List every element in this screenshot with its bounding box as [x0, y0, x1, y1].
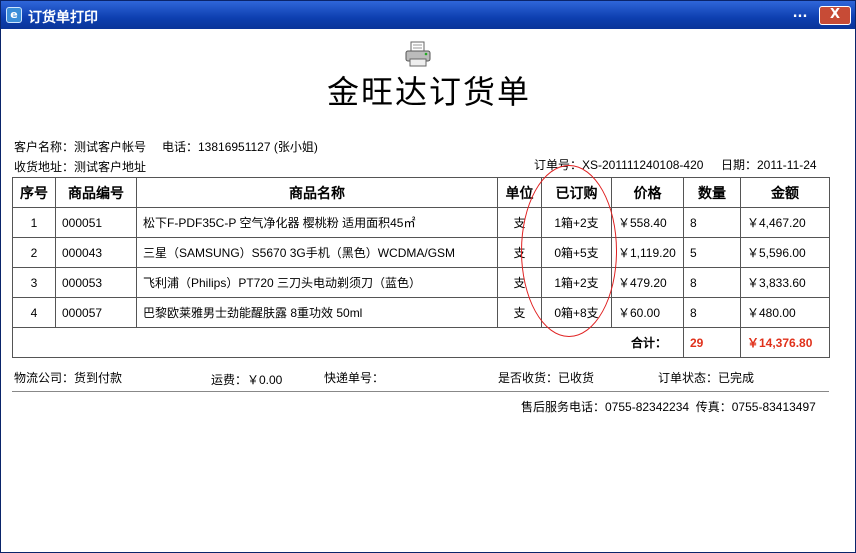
- order-items-table: 序号 商品编号 商品名称 单位 已订购 价格 数量 金额 1 000051 松下…: [12, 177, 830, 358]
- window-title: 订货单打印: [28, 10, 98, 26]
- product-name: 三星（SAMSUNG）S5670 3G手机（黑色）WCDMA/GSM: [136, 237, 498, 268]
- service-contact: 售后服务电话：0755-82342234 传真：0755-83413497: [521, 400, 816, 414]
- amount: ￥480.00: [740, 297, 830, 328]
- ordered: 1箱+2支: [541, 207, 612, 238]
- row-index: 4: [12, 297, 56, 328]
- ordered: 0箱+5支: [541, 237, 612, 268]
- row-index: 2: [12, 237, 56, 268]
- product-name: 飞利浦（Philips）PT720 三刀头电动剃须刀（蓝色）: [136, 267, 498, 298]
- quantity: 8: [683, 267, 741, 298]
- more-button[interactable]: ...: [791, 6, 809, 25]
- freight: 运费：￥0.00: [211, 373, 283, 387]
- order-number: 订单号：XS-201111240108-420: [534, 158, 704, 172]
- column-header: 价格: [611, 177, 684, 208]
- amount: ￥5,596.00: [740, 237, 830, 268]
- app-icon: e: [6, 7, 22, 23]
- column-header: 商品名称: [136, 177, 498, 208]
- quantity: 5: [683, 237, 741, 268]
- unit: 支: [497, 297, 542, 328]
- row-index: 1: [12, 207, 56, 238]
- product-name: 巴黎欧莱雅男士劲能醒肤露 8重功效 50ml: [136, 297, 498, 328]
- product-code: 000051: [55, 207, 137, 238]
- column-header: 数量: [683, 177, 741, 208]
- received-status: 是否收货：已收货: [498, 371, 595, 385]
- column-header: 金额: [740, 177, 830, 208]
- ordered: 0箱+8支: [541, 297, 612, 328]
- order-status: 订单状态：已完成: [658, 371, 755, 385]
- unit: 支: [497, 207, 542, 238]
- table-row: 3 000053 飞利浦（Philips）PT720 三刀头电动剃须刀（蓝色） …: [12, 267, 830, 298]
- unit: 支: [497, 267, 542, 298]
- divider: [12, 391, 829, 392]
- document-title: 金旺达订货单: [326, 73, 531, 111]
- total-label: 合计：: [12, 327, 684, 358]
- amount: ￥3,833.60: [740, 267, 830, 298]
- printer-icon[interactable]: [404, 40, 432, 68]
- table-row: 1 000051 松下F-PDF35C-P 空气净化器 樱桃粉 适用面积45㎡ …: [12, 207, 830, 238]
- product-code: 000053: [55, 267, 137, 298]
- product-code: 000043: [55, 237, 137, 268]
- price: ￥1,119.20: [611, 237, 684, 268]
- customer-name: 客户名称：测试客户帐号: [14, 140, 147, 154]
- order-date: 日期：2011-11-24: [721, 158, 817, 172]
- row-index: 3: [12, 267, 56, 298]
- unit: 支: [497, 237, 542, 268]
- total-quantity: 29: [683, 327, 741, 358]
- ordered: 1箱+2支: [541, 267, 612, 298]
- product-name: 松下F-PDF35C-P 空气净化器 樱桃粉 适用面积45㎡: [136, 207, 498, 238]
- customer-address: 收货地址：测试客户地址: [14, 160, 147, 174]
- column-header: 商品编号: [55, 177, 137, 208]
- table-row: 4 000057 巴黎欧莱雅男士劲能醒肤露 8重功效 50ml 支 0箱+8支 …: [12, 297, 830, 328]
- table-header-row: 序号 商品编号 商品名称 单位 已订购 价格 数量 金额: [12, 177, 830, 208]
- quantity: 8: [683, 297, 741, 328]
- customer-phone: 电话：13816951127 (张小姐): [162, 140, 318, 154]
- quantity: 8: [683, 207, 741, 238]
- column-header: 单位: [497, 177, 542, 208]
- logistics-company: 物流公司：货到付款: [14, 371, 123, 385]
- amount: ￥4,467.20: [740, 207, 830, 238]
- column-header: 序号: [12, 177, 56, 208]
- product-code: 000057: [55, 297, 137, 328]
- price: ￥558.40: [611, 207, 684, 238]
- close-button[interactable]: X: [819, 6, 851, 25]
- tracking-number: 快递单号：: [324, 371, 385, 385]
- price: ￥60.00: [611, 297, 684, 328]
- table-row: 2 000043 三星（SAMSUNG）S5670 3G手机（黑色）WCDMA/…: [12, 237, 830, 268]
- total-amount: ￥14,376.80: [740, 327, 830, 358]
- order-print-window: e 订货单打印 ... X 金旺达订货单 客户名称：测试客户帐号 电话：1381…: [0, 0, 856, 553]
- price: ￥479.20: [611, 267, 684, 298]
- title-bar[interactable]: e 订货单打印 ... X: [1, 1, 855, 29]
- column-header: 已订购: [541, 177, 612, 208]
- total-row: 合计： 29 ￥14,376.80: [12, 327, 830, 358]
